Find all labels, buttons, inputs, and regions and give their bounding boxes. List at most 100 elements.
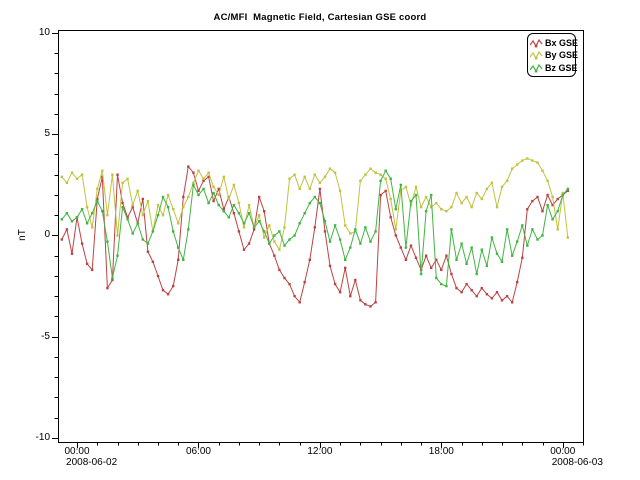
data-point-marker (339, 190, 341, 192)
data-point-marker (324, 220, 326, 222)
data-point-marker (390, 216, 392, 218)
data-point-marker (207, 202, 209, 204)
data-point-marker (460, 242, 462, 244)
data-point-marker (106, 214, 108, 216)
data-point-marker (258, 196, 260, 198)
data-point-marker (546, 194, 548, 196)
data-point-marker (147, 200, 149, 202)
data-point-marker (268, 242, 270, 244)
data-point-marker (157, 275, 159, 277)
data-point-marker (258, 214, 260, 216)
data-point-marker (253, 226, 255, 228)
data-point-marker (187, 165, 189, 167)
x-axis-date-label: 2008-06-02 (66, 457, 146, 469)
data-point-marker (126, 178, 128, 180)
data-point-marker (481, 249, 483, 251)
data-point-marker (476, 192, 478, 194)
data-point-marker (440, 208, 442, 210)
data-point-marker (420, 206, 422, 208)
data-point-marker (496, 206, 498, 208)
data-point-marker (172, 230, 174, 232)
data-point-marker (344, 267, 346, 269)
data-point-marker (248, 204, 250, 206)
data-point-marker (304, 281, 306, 283)
data-point-marker (121, 206, 123, 208)
data-point-marker (405, 246, 407, 248)
data-point-marker (86, 222, 88, 224)
data-point-marker (374, 230, 376, 232)
data-point-marker (536, 238, 538, 240)
data-point-marker (263, 230, 265, 232)
data-point-marker (405, 186, 407, 188)
data-point-marker (506, 295, 508, 297)
data-point-marker (486, 265, 488, 267)
data-point-marker (197, 170, 199, 172)
data-point-marker (364, 174, 366, 176)
y-tick-label: 0 (44, 229, 50, 241)
data-point-marker (111, 174, 113, 176)
data-point-marker (405, 259, 407, 261)
data-point-marker (278, 230, 280, 232)
data-point-marker (137, 190, 139, 192)
data-point-marker (364, 226, 366, 228)
data-point-marker (278, 269, 280, 271)
data-point-marker (491, 182, 493, 184)
data-point-marker (202, 178, 204, 180)
data-point-marker (309, 202, 311, 204)
data-point-marker (116, 174, 118, 176)
data-point-marker (142, 214, 144, 216)
data-point-marker (233, 212, 235, 214)
data-point-marker (66, 212, 68, 214)
legend-label-bz: Bz GSE (545, 63, 578, 73)
data-point-marker (319, 182, 321, 184)
data-point-marker (521, 224, 523, 226)
x-tick-label: 18:00 (419, 446, 463, 458)
data-point-marker (162, 289, 164, 291)
data-point-marker (491, 236, 493, 238)
data-point-marker (334, 224, 336, 226)
data-point-marker (212, 186, 214, 188)
data-point-marker (152, 261, 154, 263)
data-point-marker (81, 174, 83, 176)
data-point-marker (349, 232, 351, 234)
data-point-marker (541, 170, 543, 172)
data-point-marker (293, 174, 295, 176)
data-point-marker (61, 176, 63, 178)
data-point-marker (369, 168, 371, 170)
data-point-marker (182, 196, 184, 198)
data-point-marker (496, 291, 498, 293)
data-point-marker (460, 202, 462, 204)
data-point-marker (526, 244, 528, 246)
data-point-marker (314, 196, 316, 198)
data-point-marker (91, 226, 93, 228)
data-point-marker (481, 198, 483, 200)
data-point-marker (359, 180, 361, 182)
data-point-marker (212, 192, 214, 194)
data-point-marker (369, 305, 371, 307)
data-point-marker (167, 194, 169, 196)
data-point-marker (273, 255, 275, 257)
data-point-marker (304, 176, 306, 178)
data-point-marker (521, 257, 523, 259)
data-point-marker (283, 226, 285, 228)
data-point-marker (501, 186, 503, 188)
data-point-marker (319, 188, 321, 190)
data-point-marker (531, 159, 533, 161)
data-point-marker (511, 168, 513, 170)
data-point-marker (410, 200, 412, 202)
data-point-marker (299, 301, 301, 303)
data-point-marker (491, 297, 493, 299)
data-point-marker (395, 228, 397, 230)
data-point-marker (521, 159, 523, 161)
data-point-marker (172, 208, 174, 210)
data-point-marker (425, 196, 427, 198)
data-point-marker (455, 259, 457, 261)
magnetic-field-chart: AC/MFI Magnetic Field, Cartesian GSE coo… (0, 0, 640, 480)
legend-item-bz: Bz GSE (530, 63, 573, 73)
data-point-marker (238, 202, 240, 204)
data-point-marker (460, 291, 462, 293)
data-point-marker (471, 289, 473, 291)
data-point-marker (167, 206, 169, 208)
data-point-marker (430, 267, 432, 269)
legend-label-by: By GSE (545, 50, 578, 60)
